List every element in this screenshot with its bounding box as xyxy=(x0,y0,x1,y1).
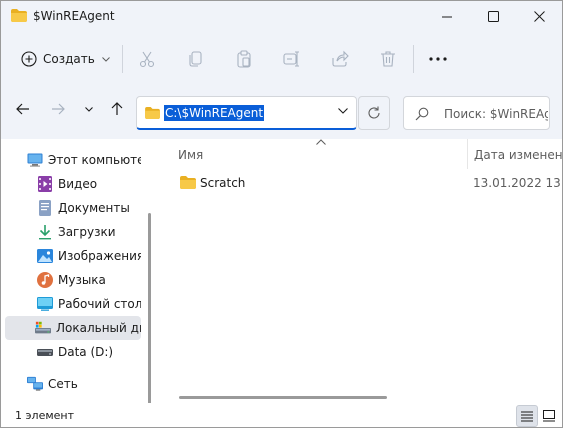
copy-button[interactable] xyxy=(185,48,207,70)
tiles-view-button[interactable] xyxy=(538,405,560,427)
sidebar-item-label: Документы xyxy=(58,201,130,215)
sidebar-item-network[interactable]: Сеть xyxy=(5,372,141,396)
sidebar-item-label: Локальный дис xyxy=(56,321,141,335)
chevron-down-icon[interactable] xyxy=(338,108,348,114)
column-divider[interactable] xyxy=(467,139,468,169)
sidebar-item-desktop[interactable]: Рабочий стол xyxy=(5,292,141,316)
command-separator xyxy=(413,45,414,73)
more-icon xyxy=(429,57,447,61)
music-icon xyxy=(37,272,53,288)
sidebar-item-music[interactable]: Музыка xyxy=(5,268,141,292)
arrow-left-icon xyxy=(16,103,29,115)
back-button[interactable] xyxy=(11,97,35,121)
paste-button[interactable] xyxy=(233,48,255,70)
column-header-date[interactable]: Дата изменения xyxy=(474,148,562,162)
copy-icon xyxy=(189,51,202,67)
command-bar: Создать xyxy=(1,37,562,81)
share-button[interactable] xyxy=(329,48,351,70)
maximize-icon xyxy=(487,11,499,22)
plus-circle-icon xyxy=(21,51,37,67)
sidebar-item-label: Рабочий стол xyxy=(58,297,141,311)
sidebar-item-local-disk[interactable]: Локальный дис xyxy=(5,316,141,340)
sidebar-item-this-pc[interactable]: Этот компьютер xyxy=(5,148,141,172)
tiles-view-icon xyxy=(543,410,555,422)
folder-icon xyxy=(180,176,196,189)
window-title: $WinREAgent xyxy=(33,9,115,23)
sidebar-item-downloads[interactable]: Загрузки xyxy=(5,220,141,244)
network-icon xyxy=(27,376,43,392)
documents-icon xyxy=(37,200,53,216)
drive-icon xyxy=(37,344,53,360)
search-icon xyxy=(415,107,429,121)
sidebar-item-label: Видео xyxy=(58,177,98,191)
sidebar-item-label: Загрузки xyxy=(58,225,116,239)
close-icon xyxy=(533,11,545,22)
create-label: Создать xyxy=(43,52,95,66)
recent-locations-button[interactable] xyxy=(77,97,101,121)
arrow-up-icon xyxy=(111,102,123,115)
forward-button[interactable] xyxy=(46,97,70,121)
local-disk-icon xyxy=(35,320,51,336)
sidebar-item-label: Этот компьютер xyxy=(48,153,141,167)
sidebar-item-data-drive[interactable]: Data (D:) xyxy=(5,340,141,364)
details-view-button[interactable] xyxy=(516,405,538,427)
item-count: 1 элемент xyxy=(15,409,74,422)
search-placeholder: Поиск: $WinREAg... xyxy=(444,107,548,121)
navigation-bar: C:\$WinREAgent Поиск: $WinREAg... xyxy=(1,89,562,137)
details-view-icon xyxy=(521,411,533,421)
maximize-button[interactable] xyxy=(470,1,516,32)
sidebar-item-pictures[interactable]: Изображения xyxy=(5,244,141,268)
table-row[interactable]: Scratch 13.01.2022 13:13 xyxy=(174,173,562,193)
file-list: Имя Дата изменения Scratch 13.01.2022 13… xyxy=(156,139,562,403)
downloads-icon xyxy=(37,224,53,240)
navigation-pane: Этот компьютер Видео xyxy=(1,139,153,403)
create-button[interactable]: Создать xyxy=(15,45,111,73)
sidebar-item-label: Сеть xyxy=(48,377,78,391)
desktop-icon xyxy=(37,296,53,312)
sidebar-item-video[interactable]: Видео xyxy=(5,172,141,196)
sidebar-item-label: Изображения xyxy=(58,249,141,263)
chevron-down-icon xyxy=(101,56,110,62)
minimize-icon xyxy=(442,16,452,17)
folder-icon xyxy=(11,9,27,22)
delete-icon xyxy=(381,51,395,67)
more-button[interactable] xyxy=(425,47,451,71)
up-button[interactable] xyxy=(105,97,129,121)
file-name: Scratch xyxy=(200,176,246,190)
share-icon xyxy=(332,50,349,67)
close-button[interactable] xyxy=(516,1,562,32)
sort-ascending-icon xyxy=(316,139,326,145)
cut-icon xyxy=(139,51,155,68)
rename-button[interactable] xyxy=(281,48,303,70)
folder-icon xyxy=(145,107,160,119)
refresh-icon xyxy=(368,106,380,119)
file-explorer-window: $WinREAgent Создать C:\$WinREAgent Поиск… xyxy=(0,0,563,428)
address-path[interactable]: C:\$WinREAgent xyxy=(164,105,265,121)
column-header-name[interactable]: Имя xyxy=(178,148,203,162)
sidebar-item-label: Data (D:) xyxy=(58,345,114,359)
refresh-button[interactable] xyxy=(358,96,390,130)
sidebar-item-documents[interactable]: Документы xyxy=(5,196,141,220)
title-bar: $WinREAgent xyxy=(1,1,562,33)
pictures-icon xyxy=(37,248,53,264)
horizontal-scrollbar[interactable] xyxy=(179,396,387,399)
video-icon xyxy=(37,176,53,192)
rename-icon xyxy=(283,51,299,67)
search-input[interactable]: Поиск: $WinREAg... xyxy=(403,96,550,130)
address-bar[interactable]: C:\$WinREAgent xyxy=(136,96,357,130)
arrow-right-icon xyxy=(52,103,65,115)
status-bar: 1 элемент xyxy=(1,403,562,427)
sidebar-scrollbar[interactable] xyxy=(148,213,151,403)
cut-button[interactable] xyxy=(136,48,158,70)
command-separator xyxy=(122,45,123,73)
chevron-down-icon xyxy=(85,106,93,112)
computer-icon xyxy=(27,152,43,168)
minimize-button[interactable] xyxy=(424,1,470,32)
delete-button[interactable] xyxy=(377,48,399,70)
paste-icon xyxy=(237,50,251,68)
file-modified-date: 13.01.2022 13:13 xyxy=(473,176,562,190)
sidebar-item-label: Музыка xyxy=(58,273,106,287)
